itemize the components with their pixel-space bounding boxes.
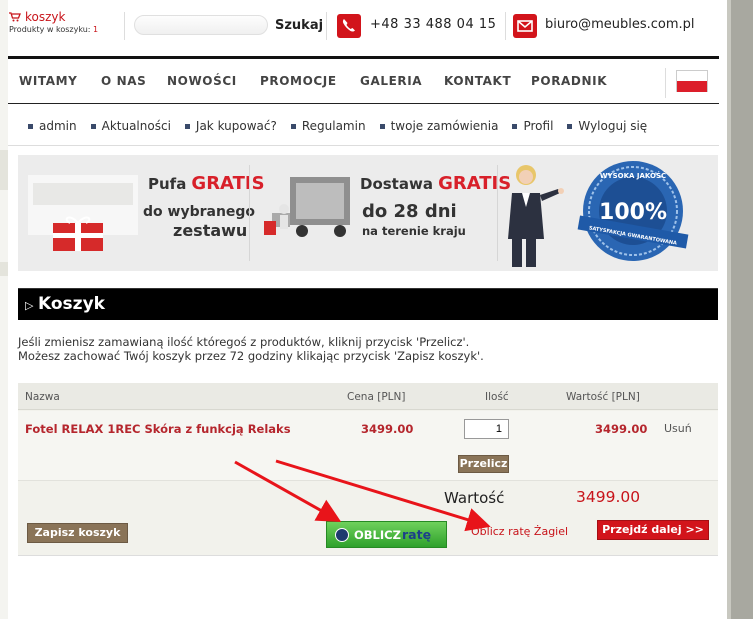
polish-flag-icon[interactable] — [676, 70, 708, 92]
cart-instructions: Jeśli zmienisz zamawianą ilość któregoś … — [18, 335, 484, 363]
cart-link[interactable]: koszyk — [25, 10, 65, 24]
cart-items-count: 1 — [93, 25, 99, 34]
total-label: Wartość — [444, 489, 505, 507]
nav-item-poradnik[interactable]: PORADNIK — [531, 74, 607, 88]
phone-number: +48 33 488 04 15 — [370, 17, 497, 32]
seal-top-text: WYSOKA JAKOŚĆ — [600, 171, 666, 180]
col-header-qty: Ilość — [485, 391, 509, 403]
subnav-label: Jak kupować? — [195, 119, 277, 133]
intro-line-2: Możesz zachować Twój koszyk przez 72 god… — [18, 349, 484, 363]
nav-item-o-nas[interactable]: O NAS — [101, 74, 146, 88]
bullet-icon — [290, 123, 296, 129]
header-divider — [505, 12, 506, 40]
bullet-icon — [28, 123, 33, 129]
subnav-item-admin[interactable]: admin — [28, 119, 77, 133]
subnav-item-jak-kupowac[interactable]: Jak kupować? — [184, 119, 277, 133]
page-title: Koszyk — [38, 294, 105, 314]
mini-cart[interactable]: koszyk Produkty w koszyku: 1 — [9, 10, 98, 34]
left-page-gutter — [0, 0, 8, 619]
product-price: 3499.00 — [361, 422, 414, 436]
promo2-line1-a: Dostawa — [360, 175, 433, 193]
phone-icon — [337, 14, 361, 38]
header-divider — [124, 12, 125, 40]
col-header-price: Cena [PLN] — [347, 391, 406, 403]
cart-items-info: Produkty w koszyku: 1 — [9, 25, 98, 34]
quantity-input[interactable] — [464, 419, 509, 439]
email-address[interactable]: biuro@meubles.com.pl — [545, 17, 695, 32]
remove-item-link[interactable]: Usuń — [664, 422, 692, 435]
mail-icon — [513, 14, 537, 38]
header-divider — [326, 12, 327, 40]
promo2-line3: na terenie kraju — [362, 224, 466, 238]
cart-table: Nazwa Cena [PLN] Ilość Wartość [PLN] Fot… — [18, 383, 718, 556]
subnav-label: Regulamin — [301, 119, 366, 133]
save-cart-button[interactable]: Zapisz koszyk — [27, 523, 128, 543]
recalculate-button[interactable]: Przelicz — [458, 455, 509, 473]
presenter-woman-image — [508, 165, 564, 267]
section-header: ▷ Koszyk — [18, 288, 718, 320]
seal-center-text: 100% — [599, 200, 667, 225]
nav-bottom-border — [8, 103, 719, 104]
subnav-item-zamowienia[interactable]: twoje zamówienia — [379, 119, 499, 133]
zagiel-installment-link[interactable]: Oblicz ratę Żagiel — [471, 525, 568, 538]
main-nav: WITAMY O NAS NOWOŚCI PROMOCJE GALERIA KO… — [8, 60, 719, 102]
nav-item-kontakt[interactable]: KONTAKT — [444, 74, 511, 88]
table-header: Nazwa Cena [PLN] Ilość Wartość [PLN] — [18, 383, 718, 410]
subnav-label: Aktualności — [101, 119, 171, 133]
promo1-line1-a: Pufa — [148, 175, 187, 193]
quality-seal-icon: 100% WYSOKA JAKOŚĆ SATYSFAKCJA GWARANTOW… — [577, 161, 689, 261]
nav-item-witamy[interactable]: WITAMY — [19, 74, 77, 88]
bullet-icon — [567, 123, 573, 129]
gift-sofa-image — [28, 175, 138, 251]
promo-banner[interactable]: Pufa GRATIS do wybranego zestawu Dostawa… — [18, 155, 718, 271]
product-name-link[interactable]: Fotel RELAX 1REC Skóra z funkcją Relaks — [25, 422, 291, 436]
proceed-button[interactable]: Przejdź dalej >> — [597, 520, 709, 540]
promo-quality-guarantee: 100% WYSOKA JAKOŚĆ SATYSFAKCJA GWARANTOW… — [498, 155, 718, 271]
subnav-label: twoje zamówienia — [390, 119, 499, 133]
promo2-line2: do 28 dni — [362, 201, 457, 222]
globe-icon — [335, 528, 349, 542]
bullet-icon — [512, 123, 518, 129]
nav-top-border — [8, 56, 719, 59]
total-value: 3499.00 — [576, 488, 641, 506]
oblicz-label: OBLICZ — [354, 528, 401, 542]
cart-icon — [9, 12, 21, 22]
promo1-line2: do wybranego — [143, 204, 256, 220]
promo-pouf-gratis: Pufa GRATIS do wybranego zestawu — [18, 155, 265, 271]
rate-label: ratę — [402, 527, 432, 542]
nav-item-galeria[interactable]: GALERIA — [360, 74, 422, 88]
subnav-label: Profil — [523, 119, 554, 133]
subnav-border — [8, 145, 719, 146]
intro-line-1: Jeśli zmienisz zamawianą ilość któregoś … — [18, 335, 470, 349]
subnav-item-aktualnosci[interactable]: Aktualności — [90, 119, 171, 133]
nav-item-nowosci[interactable]: NOWOŚCI — [167, 74, 237, 88]
right-page-gutter — [727, 0, 753, 619]
subnav-item-profil[interactable]: Profil — [512, 119, 553, 133]
bullet-icon — [184, 123, 190, 129]
chevron-right-icon: ▷ — [25, 299, 34, 312]
subnav-item-wyloguj[interactable]: Wyloguj się — [567, 119, 647, 133]
col-header-name: Nazwa — [25, 391, 60, 403]
subnav-item-regulamin[interactable]: Regulamin — [290, 119, 366, 133]
nav-divider — [665, 68, 666, 98]
sub-nav: admin Aktualności Jak kupować? Regulamin… — [28, 119, 647, 133]
subnav-label: admin — [39, 119, 77, 133]
product-line-value: 3499.00 — [595, 422, 648, 436]
search-button[interactable]: Szukaj — [275, 18, 323, 33]
delivery-truck-image — [264, 177, 350, 237]
promo1-line3: zestawu — [173, 221, 248, 240]
col-header-value: Wartość [PLN] — [566, 391, 640, 403]
subnav-label: Wyloguj się — [578, 119, 648, 133]
bullet-icon — [379, 123, 385, 129]
calculate-installment-button[interactable]: OBLICZ ratę — [326, 521, 447, 548]
search-input[interactable] — [134, 15, 268, 35]
nav-item-promocje[interactable]: PROMOCJE — [260, 74, 337, 88]
cart-items-label: Produkty w koszyku: — [9, 25, 91, 34]
bullet-icon — [90, 123, 96, 129]
promo-delivery-gratis: Dostawa GRATIS do 28 dni na terenie kraj… — [250, 155, 511, 271]
